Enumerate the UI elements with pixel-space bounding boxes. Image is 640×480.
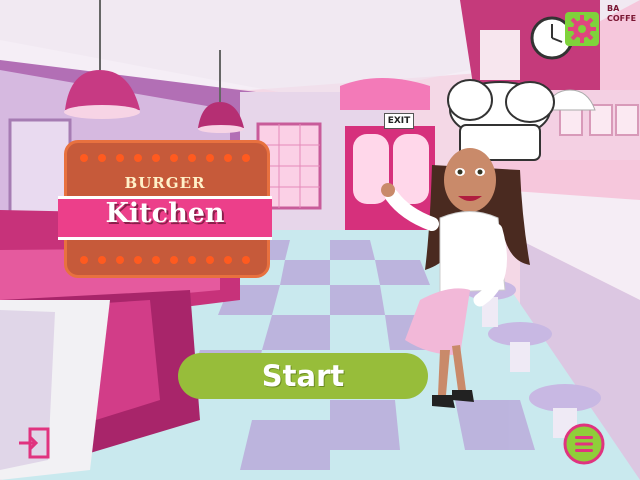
gear-icon xyxy=(565,12,599,46)
wall-sign-line: COFFE xyxy=(607,14,637,23)
menu-button[interactable] xyxy=(563,423,605,465)
wall-menu-sign: BA COFFE xyxy=(607,4,640,44)
logo-dots-bottom xyxy=(80,256,250,266)
exit-icon xyxy=(19,427,50,459)
logo-dots-top xyxy=(80,154,250,164)
start-button[interactable]: Start xyxy=(178,353,428,399)
exit-sign: EXIT xyxy=(384,113,414,129)
exit-button[interactable] xyxy=(16,425,52,461)
settings-button[interactable] xyxy=(565,12,599,46)
hamburger-menu-icon xyxy=(563,423,605,465)
wall-sign-line: BA xyxy=(607,4,620,13)
game-logo: BURGER Kitchen xyxy=(58,138,272,278)
logo-title-kitchen: Kitchen xyxy=(105,198,225,229)
logo-title-burger: BURGER xyxy=(124,174,206,192)
